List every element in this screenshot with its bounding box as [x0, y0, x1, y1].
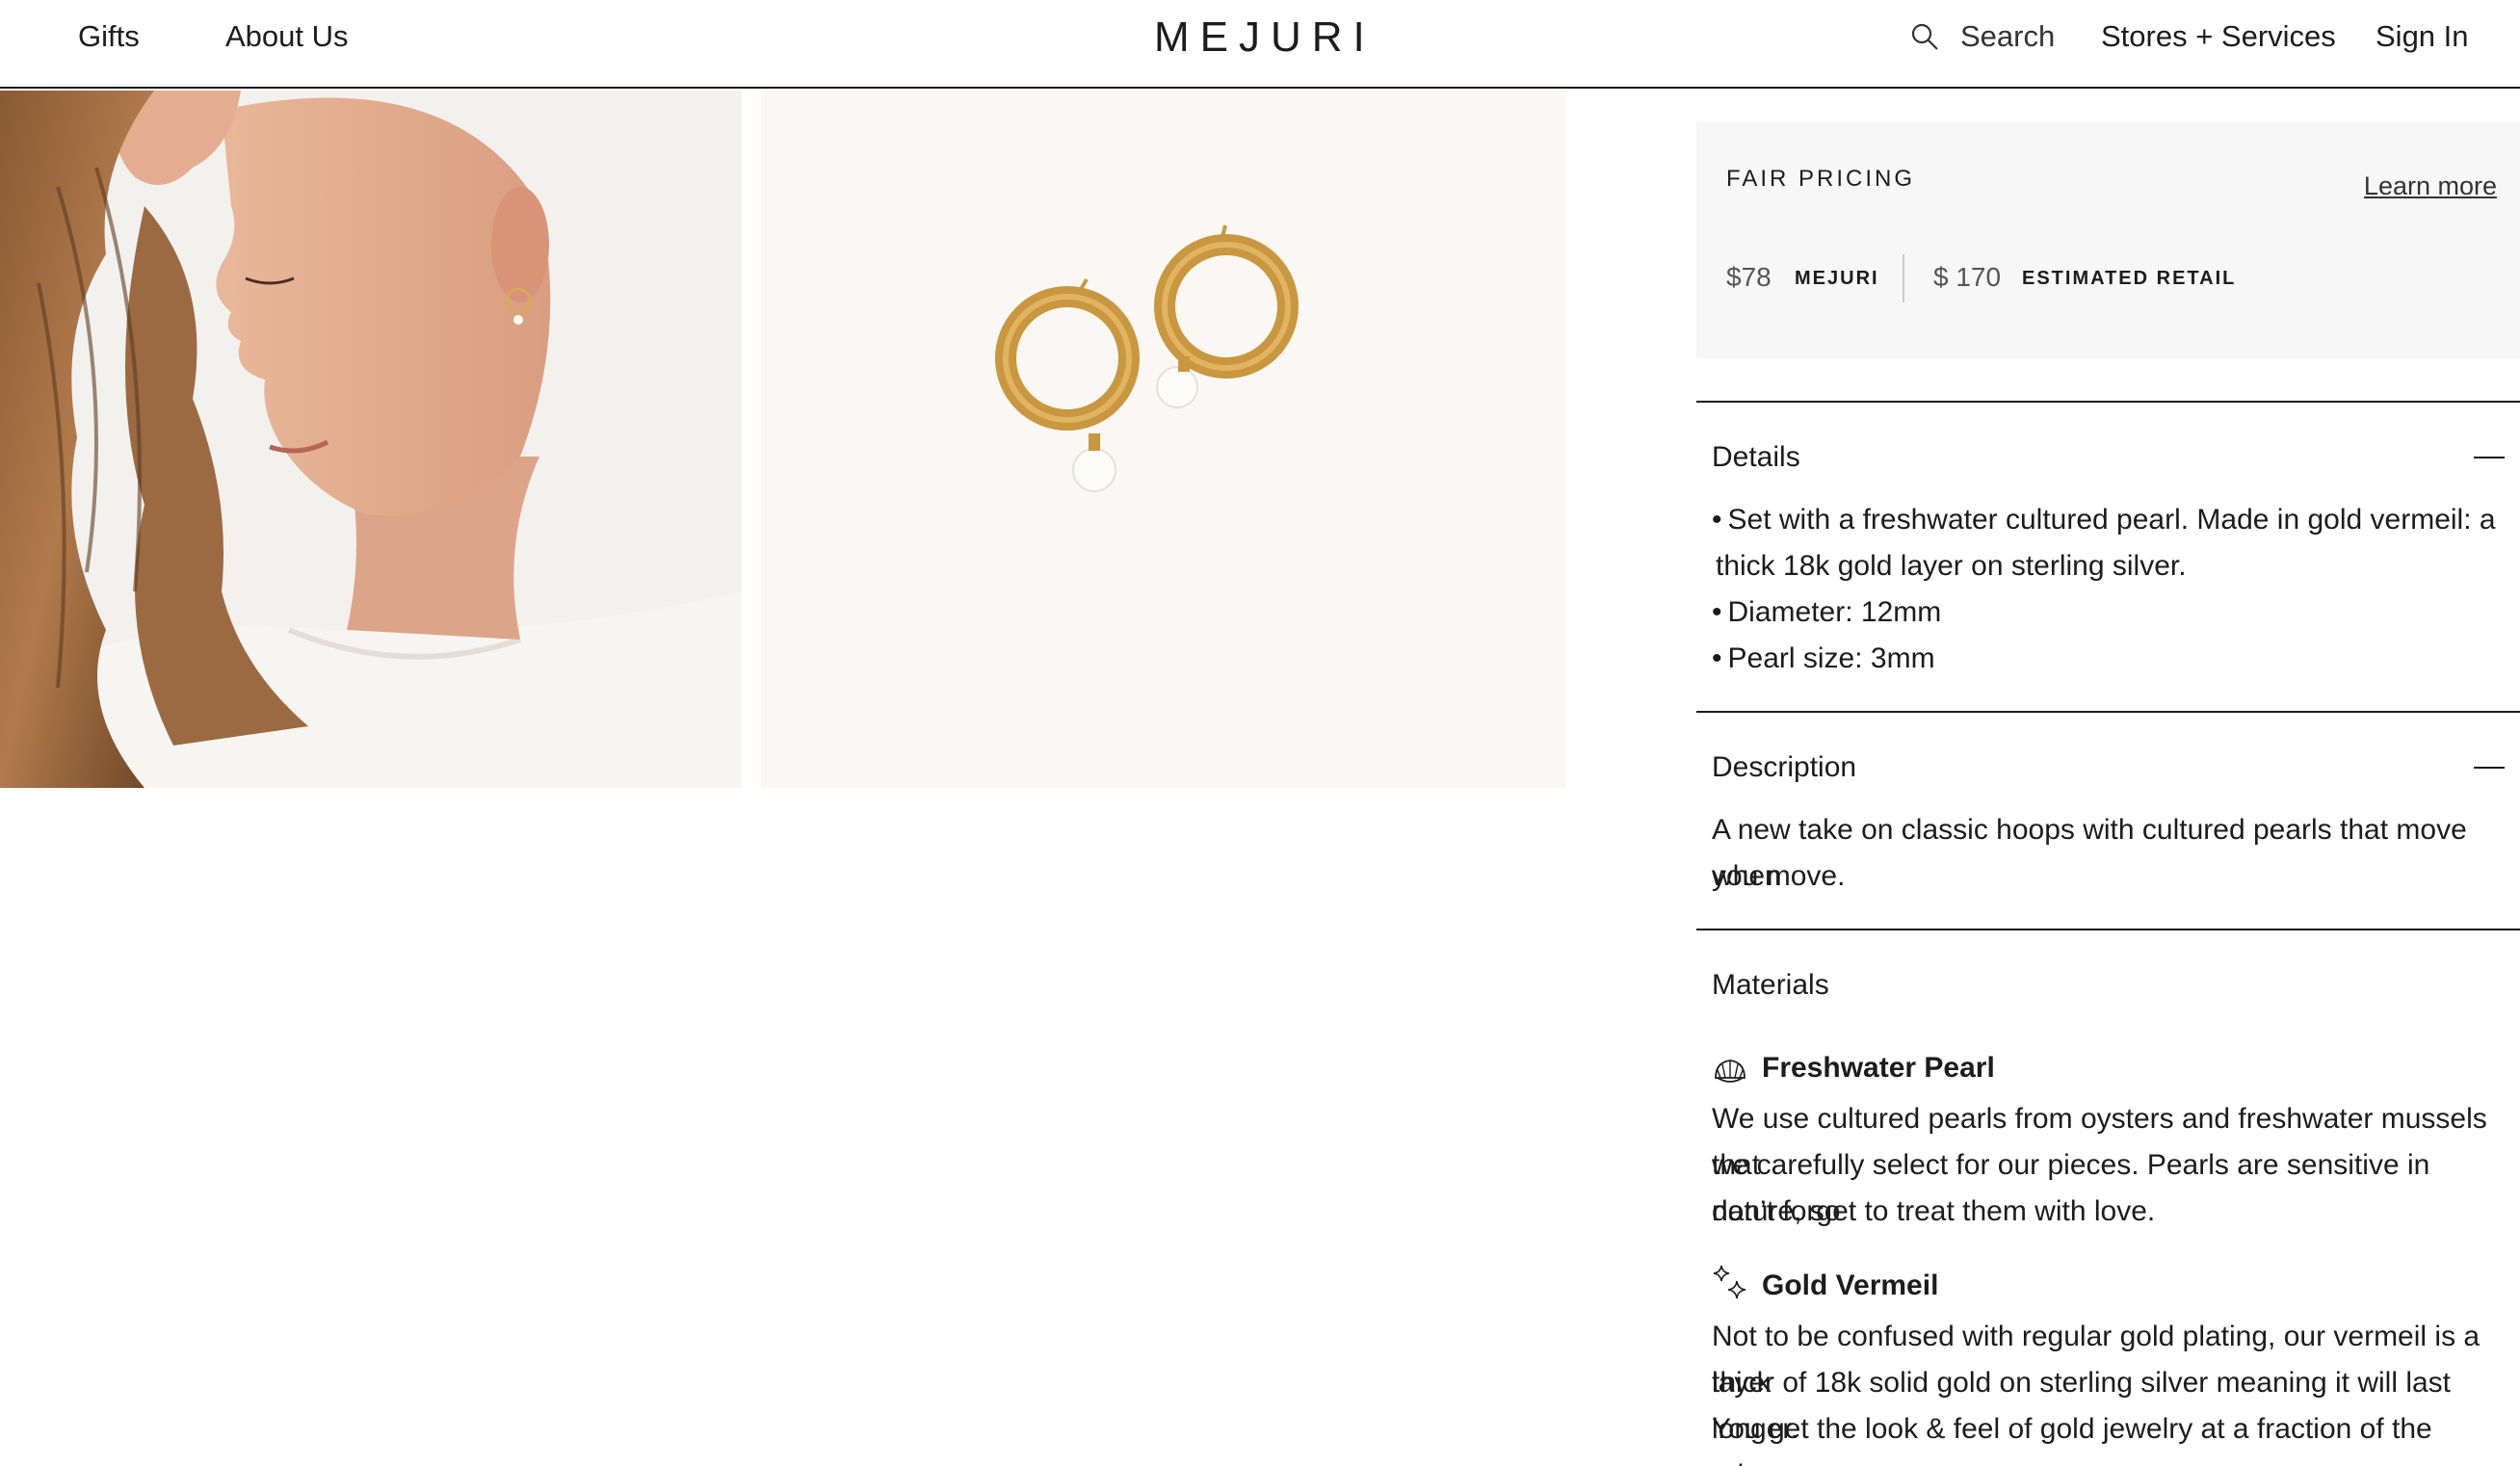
divider [1696, 929, 2520, 930]
description-text-line: you move. [1712, 860, 1846, 892]
divider [1696, 401, 2520, 403]
site-header: Gifts About Us MEJURI Search Stores + Se… [0, 0, 2520, 89]
retail-price-label: ESTIMATED RETAIL [2022, 268, 2237, 289]
sparkle-icon [1713, 1265, 1746, 1299]
search-icon [1911, 23, 1938, 50]
nav-stores-services[interactable]: Stores + Services [2101, 19, 2336, 54]
details-toggle[interactable]: Details [1712, 441, 1800, 474]
price-divider [1903, 254, 1904, 302]
gold-vermeil-title: Gold Vermeil [1762, 1270, 1939, 1301]
nav-sign-in[interactable]: Sign In [2376, 19, 2469, 54]
search-button[interactable]: Search [1910, 19, 2055, 54]
details-bullet-continuation: thick 18k gold layer on sterling silver. [1716, 550, 2187, 582]
fair-pricing-panel: FAIR PRICING Learn more $78 MEJURI $ 170… [1696, 121, 2520, 358]
shell-icon [1715, 1060, 1746, 1083]
retail-price: $ 170 [1933, 262, 2002, 292]
mejuri-price-label: MEJURI [1795, 268, 1879, 289]
freshwater-pearl-title: Freshwater Pearl [1762, 1052, 1995, 1084]
search-label: Search [1960, 19, 2056, 53]
details-bullet: Pearl size: 3mm [1712, 636, 2502, 682]
nav-gifts[interactable]: Gifts [78, 19, 140, 54]
fair-pricing-title: FAIR PRICING [1726, 166, 1916, 192]
learn-more-link[interactable]: Learn more [2364, 171, 2497, 201]
material-text-line: You get the look & feel of gold jewelry … [1712, 1413, 2432, 1466]
nav-about-us[interactable]: About Us [225, 19, 349, 54]
material-text-line: don’t forget to treat them with love. [1712, 1195, 2156, 1227]
materials-toggle[interactable]: Materials [1712, 969, 1829, 1002]
product-earrings-image[interactable] [761, 91, 1566, 788]
description-collapse-icon[interactable] [2474, 767, 2505, 769]
details-collapse-icon[interactable] [2474, 457, 2505, 458]
details-bullet: Diameter: 12mm [1712, 589, 2502, 636]
divider [1696, 711, 2520, 713]
mejuri-price: $78 [1726, 262, 1772, 292]
description-toggle[interactable]: Description [1712, 751, 1856, 784]
mejuri-logo[interactable]: MEJURI [1154, 13, 1376, 62]
model-wearing-earring-image[interactable] [0, 91, 742, 788]
details-bullet: Set with a freshwater cultured pearl. Ma… [1712, 497, 2502, 543]
